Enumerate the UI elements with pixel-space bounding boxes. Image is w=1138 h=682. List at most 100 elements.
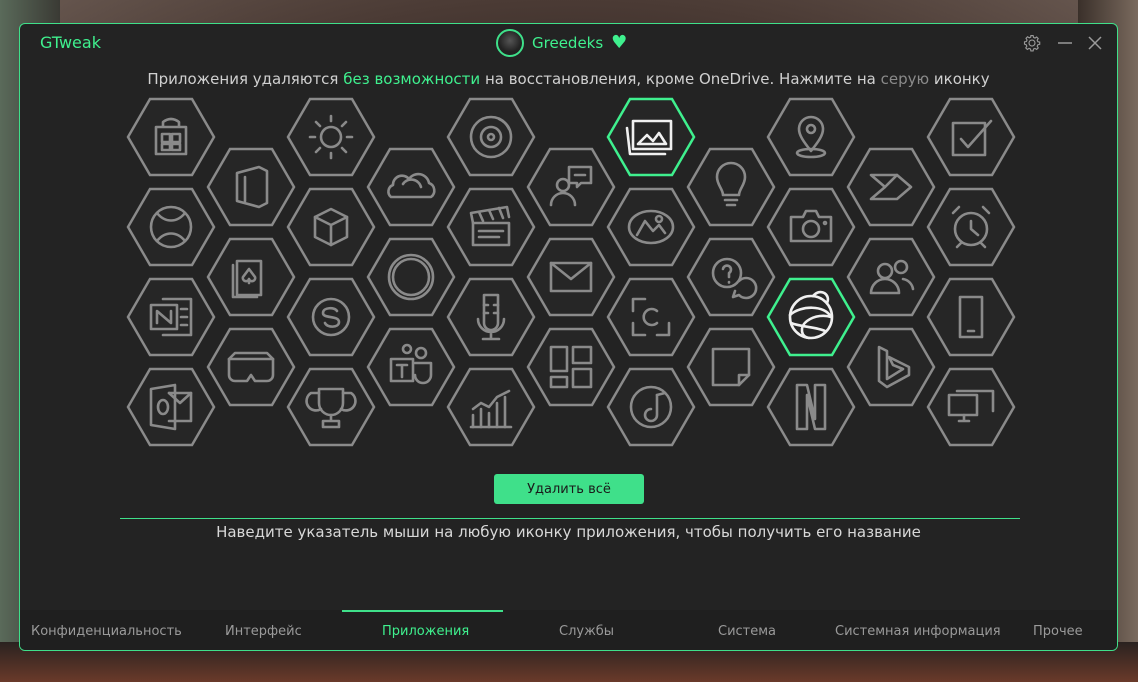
app-tile-maps[interactable] bbox=[766, 97, 856, 177]
app-tile-mail[interactable] bbox=[526, 237, 616, 317]
app-tile-store[interactable] bbox=[126, 97, 216, 177]
netflix-icon bbox=[766, 367, 856, 447]
app-tile-snipping-tool[interactable] bbox=[606, 277, 696, 357]
info-text: Приложения удаляются без возможности на … bbox=[20, 70, 1117, 88]
app-tile-cortana[interactable] bbox=[366, 237, 456, 317]
groove-music-icon bbox=[606, 367, 696, 447]
app-tile-edge[interactable] bbox=[766, 277, 856, 357]
app-tile-xbox[interactable] bbox=[126, 187, 216, 267]
bing-icon bbox=[846, 327, 936, 407]
delete-all-button[interactable]: Удалить всё bbox=[494, 474, 644, 504]
user-profile[interactable]: Greedeks ♥ bbox=[496, 27, 627, 59]
app-tile-paint-3d[interactable] bbox=[606, 187, 696, 267]
app-window: GTweak Greedeks ♥ Приложения удаляются б… bbox=[19, 23, 1118, 651]
app-tile-finance-chart[interactable] bbox=[446, 367, 536, 447]
avatar bbox=[496, 29, 524, 57]
app-tile-trophy[interactable] bbox=[286, 367, 376, 447]
paint-3d-icon bbox=[606, 187, 696, 267]
app-tile-solitaire[interactable] bbox=[206, 237, 296, 317]
tips-icon bbox=[686, 147, 776, 227]
skype-icon bbox=[286, 277, 376, 357]
tab-applications[interactable]: Приложения bbox=[382, 624, 469, 639]
app-tile-camera[interactable] bbox=[766, 187, 856, 267]
feedback-icon bbox=[526, 147, 616, 227]
app-tile-onenote[interactable] bbox=[126, 277, 216, 357]
sticky-notes-icon bbox=[686, 327, 776, 407]
app-tile-your-phone[interactable] bbox=[926, 277, 1016, 357]
minimize-button[interactable] bbox=[1054, 32, 1076, 54]
snipping-tool-icon bbox=[606, 277, 696, 357]
widgets-icon bbox=[526, 327, 616, 407]
app-tile-quick-assist[interactable] bbox=[926, 367, 1016, 447]
app-tile-disc[interactable] bbox=[446, 97, 536, 177]
minimize-icon bbox=[1058, 42, 1072, 44]
app-tile-alarms[interactable] bbox=[926, 187, 1016, 267]
info-gray-word: серую bbox=[880, 70, 930, 88]
app-tile-3d-viewer[interactable] bbox=[286, 187, 376, 267]
tab-system-info[interactable]: Системная информация bbox=[835, 624, 1001, 639]
app-tile-outlook[interactable] bbox=[126, 367, 216, 447]
app-title: GTweak bbox=[40, 33, 101, 52]
gear-icon bbox=[1023, 34, 1041, 52]
voice-recorder-icon bbox=[446, 277, 536, 357]
tab-other[interactable]: Прочее bbox=[1033, 624, 1083, 639]
app-tile-weather[interactable] bbox=[286, 97, 376, 177]
app-tile-teams[interactable] bbox=[366, 327, 456, 407]
people-icon bbox=[846, 237, 936, 317]
settings-button[interactable] bbox=[1021, 32, 1043, 54]
tab-services[interactable]: Службы bbox=[559, 624, 614, 639]
photos-icon bbox=[606, 97, 696, 177]
todo-icon bbox=[926, 97, 1016, 177]
app-tile-bing[interactable] bbox=[846, 327, 936, 407]
vr-headset-icon bbox=[206, 327, 296, 407]
mail-icon bbox=[526, 237, 616, 317]
title-bar[interactable]: GTweak Greedeks ♥ bbox=[20, 24, 1117, 62]
app-tile-vr-headset[interactable] bbox=[206, 327, 296, 407]
tab-interface[interactable]: Интерфейс bbox=[225, 624, 302, 639]
app-tile-groove-music[interactable] bbox=[606, 367, 696, 447]
xbox-icon bbox=[126, 187, 216, 267]
app-tile-todo[interactable] bbox=[926, 97, 1016, 177]
app-tile-skype[interactable] bbox=[286, 277, 376, 357]
info-highlight: без возможности bbox=[343, 70, 481, 88]
app-tile-photos[interactable] bbox=[606, 97, 696, 177]
app-tile-office[interactable] bbox=[206, 147, 296, 227]
divider bbox=[120, 518, 1020, 519]
clipchamp-icon bbox=[446, 187, 536, 267]
info-part: иконку bbox=[929, 70, 990, 88]
disc-icon bbox=[446, 97, 536, 177]
info-part: Приложения удаляются bbox=[147, 70, 344, 88]
app-tile-tips[interactable] bbox=[686, 147, 776, 227]
app-tile-netflix[interactable] bbox=[766, 367, 856, 447]
teams-icon bbox=[366, 327, 456, 407]
info-part: на восстановления, кроме OneDrive. Нажми… bbox=[480, 70, 881, 88]
camera-icon bbox=[766, 187, 856, 267]
app-tile-feedback[interactable] bbox=[526, 147, 616, 227]
app-tile-clipchamp[interactable] bbox=[446, 187, 536, 267]
app-tile-power-automate[interactable] bbox=[846, 147, 936, 227]
tab-privacy[interactable]: Конфиденциальность bbox=[31, 624, 182, 639]
app-tile-people[interactable] bbox=[846, 237, 936, 317]
cortana-icon bbox=[366, 237, 456, 317]
tab-system[interactable]: Система bbox=[718, 624, 776, 639]
onedrive-icon bbox=[366, 147, 456, 227]
trophy-icon bbox=[286, 367, 376, 447]
app-tile-widgets[interactable] bbox=[526, 327, 616, 407]
user-name: Greedeks bbox=[532, 34, 604, 52]
heart-icon: ♥ bbox=[611, 32, 628, 53]
your-phone-icon bbox=[926, 277, 1016, 357]
app-tile-voice-recorder[interactable] bbox=[446, 277, 536, 357]
app-tile-onedrive[interactable] bbox=[366, 147, 456, 227]
get-help-icon bbox=[686, 237, 776, 317]
hint-text: Наведите указатель мыши на любую иконку … bbox=[216, 523, 921, 541]
quick-assist-icon bbox=[926, 367, 1016, 447]
weather-icon bbox=[286, 97, 376, 177]
app-tile-get-help[interactable] bbox=[686, 237, 776, 317]
app-tile-sticky-notes[interactable] bbox=[686, 327, 776, 407]
onenote-icon bbox=[126, 277, 216, 357]
outlook-icon bbox=[126, 367, 216, 447]
active-tab-indicator bbox=[342, 610, 503, 612]
close-button[interactable] bbox=[1084, 32, 1106, 54]
bottom-nav: Конфиденциальность Интерфейс Приложения … bbox=[20, 610, 1117, 650]
3d-viewer-icon bbox=[286, 187, 376, 267]
